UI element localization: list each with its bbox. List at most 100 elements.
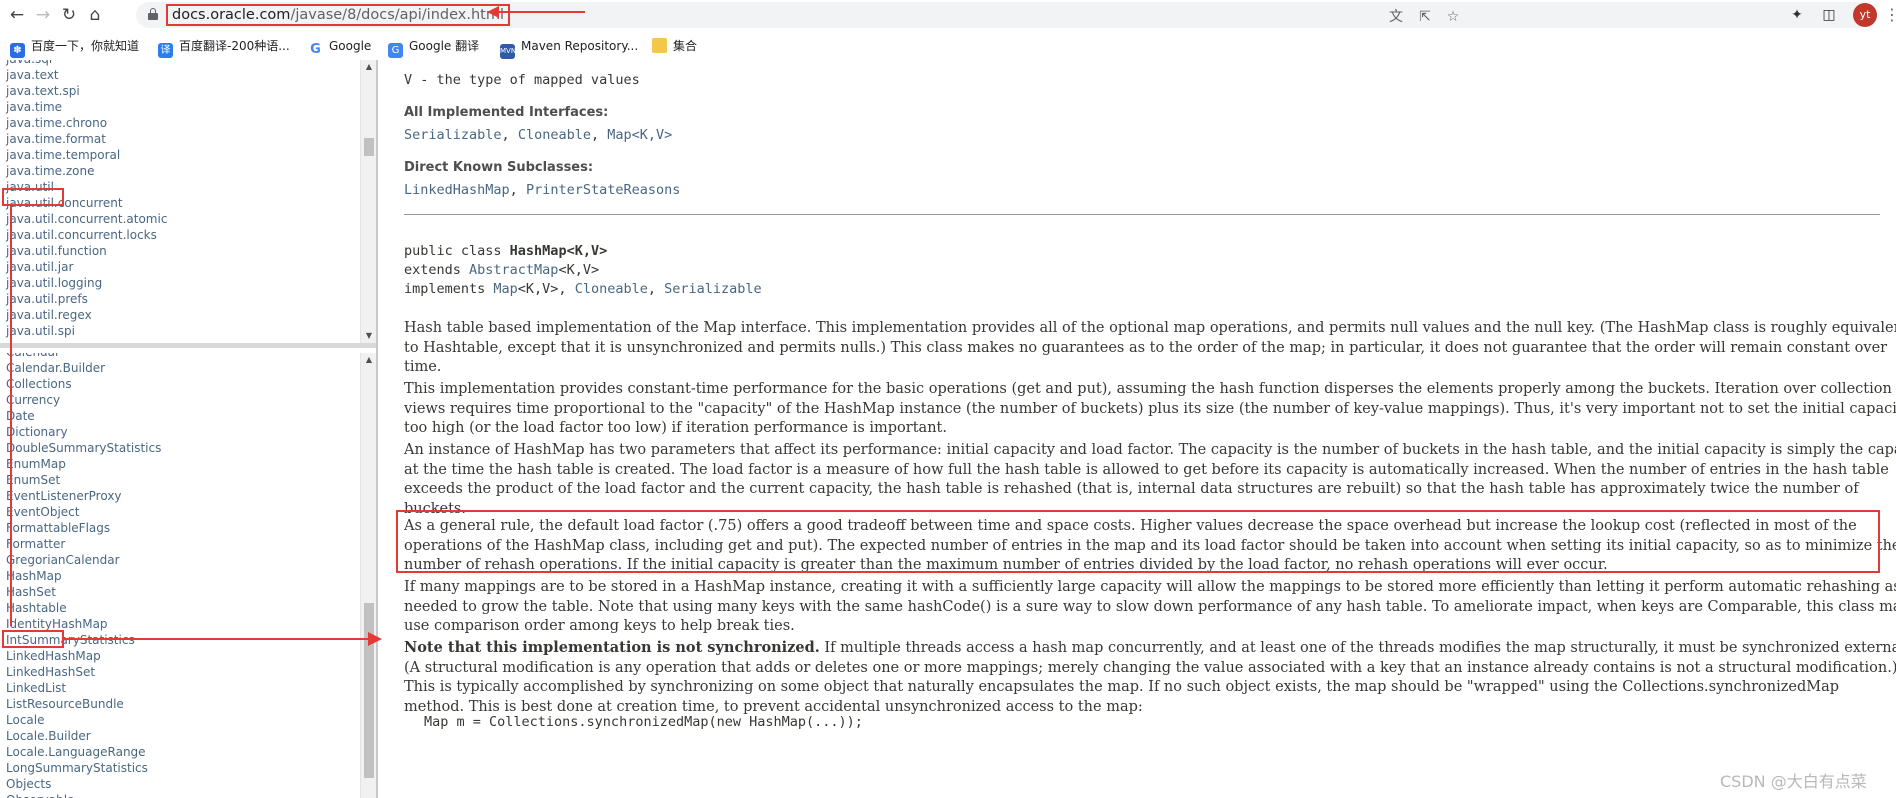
package-link[interactable]: java.util.concurrent.atomic: [6, 211, 356, 227]
package-link[interactable]: java.util.concurrent.locks: [6, 227, 356, 243]
decl-generics: <K,V>,: [517, 281, 575, 297]
class-link[interactable]: Locale.Builder: [6, 728, 356, 744]
scroll-down-icon[interactable]: ▼: [361, 329, 376, 343]
home-icon[interactable]: ⌂: [84, 4, 106, 26]
scroll-up-icon[interactable]: ▲: [361, 353, 376, 367]
package-link[interactable]: java.util.function: [6, 243, 356, 259]
paragraph-many-mappings: If many mappings are to be stored in a H…: [404, 578, 1896, 637]
class-link[interactable]: Locale: [6, 712, 356, 728]
package-link[interactable]: java.util.prefs: [6, 291, 356, 307]
scroll-thumb[interactable]: [364, 138, 374, 156]
packages-scrollbar[interactable]: ▲ ▼: [360, 60, 376, 343]
package-link[interactable]: java.time.temporal: [6, 147, 356, 163]
package-link[interactable]: java.text: [6, 67, 356, 83]
hashmap-highlight-box: [2, 630, 64, 648]
package-link[interactable]: java.time: [6, 99, 356, 115]
forward-arrow-icon[interactable]: →: [32, 4, 54, 26]
reload-icon[interactable]: ↻: [58, 4, 80, 26]
class-link[interactable]: Date: [6, 408, 356, 424]
class-link[interactable]: HashSet: [6, 584, 356, 600]
url-text-highlighted[interactable]: docs.oracle.com/javase/8/docs/api/index.…: [166, 4, 510, 26]
annotation-arrow-url: [487, 6, 585, 18]
scroll-thumb[interactable]: [364, 603, 374, 778]
text-line: (A structural modification is any operat…: [404, 659, 1896, 676]
bookmark-item[interactable]: G Google 翻译: [388, 37, 479, 58]
package-link[interactable]: java.sql: [6, 60, 356, 67]
class-link[interactable]: Calendar: [6, 353, 356, 360]
annotation-arrow-horizontal: [64, 638, 372, 640]
lock-icon[interactable]: [148, 8, 158, 20]
classes-frame: CalendarCalendar.BuilderCollectionsCurre…: [0, 353, 376, 798]
browser-toolbar: ← → ↻ ⌂ docs.oracle.com/javase/8/docs/ap…: [0, 0, 1896, 30]
class-link[interactable]: LinkedList: [6, 680, 356, 696]
bookmark-item[interactable]: 译百度翻译-200种语...: [158, 37, 290, 58]
text-line: Note that this implementation is not syn…: [404, 638, 1896, 659]
class-link[interactable]: Observable: [6, 792, 356, 798]
bookmark-item[interactable]: MVN Maven Repository...: [500, 37, 638, 59]
class-link[interactable]: LinkedHashSet: [6, 664, 356, 680]
class-link[interactable]: HashMap: [6, 568, 356, 584]
address-bar[interactable]: docs.oracle.com/javase/8/docs/api/index.…: [136, 2, 1870, 28]
text-line: needed to grow the table. Note that usin…: [404, 598, 1896, 615]
class-link[interactable]: FormattableFlags: [6, 520, 356, 536]
class-link[interactable]: Collections: [6, 376, 356, 392]
class-link[interactable]: EventListenerProxy: [6, 488, 356, 504]
class-link[interactable]: Dictionary: [6, 424, 356, 440]
link-printerstatereasons[interactable]: PrinterStateReasons: [526, 182, 680, 198]
bookmark-item[interactable]: 集合: [652, 37, 697, 55]
class-link[interactable]: EnumSet: [6, 472, 356, 488]
google-g-icon: G: [308, 42, 323, 57]
package-link[interactable]: java.util.jar: [6, 259, 356, 275]
link-cloneable[interactable]: Cloneable: [518, 127, 591, 143]
class-link[interactable]: LinkedHashMap: [6, 648, 356, 664]
class-doc-frame: V - the type of mapped values All Implem…: [384, 60, 1896, 798]
class-link[interactable]: Objects: [6, 776, 356, 792]
package-link[interactable]: java.util.logging: [6, 275, 356, 291]
package-link[interactable]: java.time.format: [6, 131, 356, 147]
text-line: Hash table based implementation of the M…: [404, 320, 1896, 336]
bookmark-star-icon[interactable]: ☆: [1443, 7, 1463, 27]
class-link[interactable]: Calendar.Builder: [6, 360, 356, 376]
class-list: CalendarCalendar.BuilderCollectionsCurre…: [6, 353, 356, 798]
text-line: too high (or the load factor too low) if…: [404, 420, 947, 436]
link-map[interactable]: Map<K,V>: [607, 127, 672, 143]
bookmark-item[interactable]: ✽ 百度一下，你就知道: [10, 37, 139, 58]
classes-scrollbar[interactable]: ▲: [360, 353, 376, 798]
translate-page-icon[interactable]: 文: [1386, 7, 1406, 27]
class-declaration-line1: public class HashMap<K,V>: [404, 243, 607, 259]
class-link[interactable]: DoubleSummaryStatistics: [6, 440, 356, 456]
link-linkedhashmap[interactable]: LinkedHashMap: [404, 182, 510, 198]
link-serializable[interactable]: Serializable: [404, 127, 502, 143]
class-link[interactable]: EventObject: [6, 504, 356, 520]
link-abstractmap[interactable]: AbstractMap: [469, 262, 558, 278]
text-line: use comparison order among keys to help …: [404, 618, 795, 634]
package-link[interactable]: java.time.zone: [6, 163, 356, 179]
package-link[interactable]: java.text.spi: [6, 83, 356, 99]
package-link[interactable]: java.time.chrono: [6, 115, 356, 131]
class-link[interactable]: ListResourceBundle: [6, 696, 356, 712]
back-arrow-icon[interactable]: ←: [6, 4, 28, 26]
class-link[interactable]: Currency: [6, 392, 356, 408]
line-text: If multiple threads access a hash map co…: [819, 640, 1896, 656]
bookmark-label: 百度翻译-200种语...: [179, 39, 290, 53]
link-cloneable[interactable]: Cloneable: [575, 281, 648, 297]
profile-avatar[interactable]: yt: [1853, 3, 1877, 27]
browser-menu-icon[interactable]: ⋮: [1884, 4, 1896, 26]
class-link[interactable]: Hashtable: [6, 600, 356, 616]
package-link[interactable]: java.util.spi: [6, 323, 356, 339]
class-link[interactable]: Formatter: [6, 536, 356, 552]
side-panel-icon[interactable]: ◫: [1819, 5, 1839, 25]
class-link[interactable]: EnumMap: [6, 456, 356, 472]
extensions-puzzle-icon[interactable]: ✦: [1787, 5, 1807, 25]
scroll-up-icon[interactable]: ▲: [361, 60, 376, 74]
class-link[interactable]: LongSummaryStatistics: [6, 760, 356, 776]
share-icon[interactable]: ⇱: [1415, 7, 1435, 27]
class-link[interactable]: GregorianCalendar: [6, 552, 356, 568]
separator: [404, 214, 1880, 215]
link-serializable[interactable]: Serializable: [664, 281, 762, 297]
class-link[interactable]: Locale.LanguageRange: [6, 744, 356, 760]
link-map[interactable]: Map: [493, 281, 517, 297]
text-line: views requires time proportional to the …: [404, 400, 1896, 417]
bookmark-item[interactable]: G Google: [308, 37, 371, 57]
package-link[interactable]: java.util.regex: [6, 307, 356, 323]
